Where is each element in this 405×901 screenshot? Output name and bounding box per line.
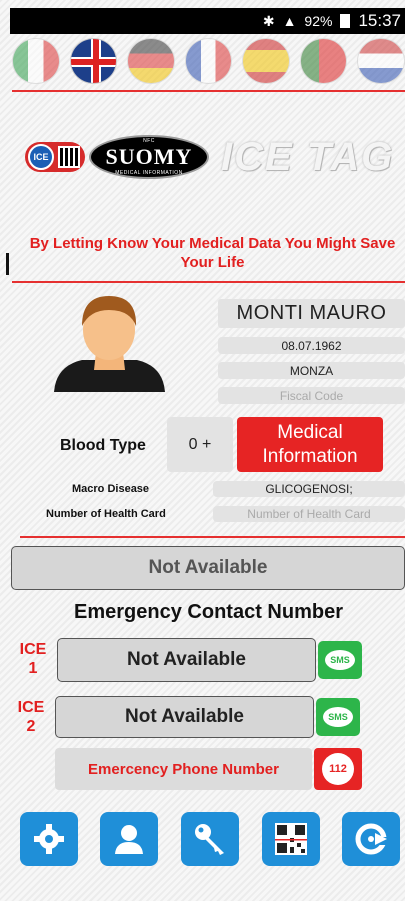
settings-button[interactable] xyxy=(20,812,78,866)
blood-type-label: Blood Type xyxy=(60,437,146,454)
refresh-icon xyxy=(355,823,389,855)
signal-icon: ▲ xyxy=(282,13,297,29)
health-card-label: Number of Health Card xyxy=(46,508,166,520)
macro-disease-label: Macro Disease xyxy=(72,483,150,495)
dutch-flag[interactable] xyxy=(357,38,405,84)
qr-code-icon xyxy=(275,823,307,855)
birth-date: 08.07.1962 xyxy=(218,337,405,354)
spanish-flag[interactable] xyxy=(242,38,290,84)
edge-marker xyxy=(6,253,9,275)
brand-name: SUOMY xyxy=(105,144,193,169)
italian-flag[interactable] xyxy=(12,38,60,84)
ice-badge-text: ICE xyxy=(28,144,54,170)
health-card-field: Number of Health Card xyxy=(213,506,405,522)
qr-mini-icon xyxy=(58,146,80,168)
key-button[interactable] xyxy=(181,812,239,866)
divider xyxy=(20,536,405,538)
ice1-contact-button[interactable]: Not Available xyxy=(57,638,316,682)
profile-icon xyxy=(115,825,143,854)
profile-button[interactable] xyxy=(100,812,158,866)
sms-icon: SMS xyxy=(325,650,355,670)
english-flag[interactable] xyxy=(69,38,118,84)
ice2-sms-button[interactable]: SMS xyxy=(316,698,360,736)
emergency-title: Emergency Contact Number xyxy=(74,601,343,623)
slogan: By Letting Know Your Medical Data You Mi… xyxy=(29,235,396,271)
language-selector xyxy=(12,38,405,86)
status-bar: ✱ ▲ 92% 15:37 xyxy=(10,8,405,34)
ice1-label: ICE 1 xyxy=(19,641,47,677)
battery-percent: 92% xyxy=(304,13,333,29)
macro-disease-value: GLICOGENOSI; xyxy=(213,481,405,497)
bottom-toolbar xyxy=(20,812,405,868)
ice1-sms-button[interactable]: SMS xyxy=(318,641,362,679)
qr-code-button[interactable] xyxy=(262,812,320,866)
bluetooth-icon: ✱ xyxy=(262,12,275,29)
city: MONZA xyxy=(218,362,405,379)
sms-icon: SMS xyxy=(323,707,353,727)
emergency-phone-button[interactable]: Emercency Phone Number xyxy=(55,748,312,790)
suomy-logo: NFC SUOMY MEDICAL INFORMATION xyxy=(89,135,209,179)
ice-logo: ICE xyxy=(25,142,85,172)
divider xyxy=(12,90,405,92)
app-title: ICE TAG xyxy=(221,134,395,179)
german-flag[interactable] xyxy=(127,38,175,84)
french-flag[interactable] xyxy=(184,38,233,84)
fiscal-code-field: Fiscal Code xyxy=(218,387,405,404)
medical-information-button[interactable]: Medical Information xyxy=(237,417,383,472)
clock: 15:37 xyxy=(358,11,401,30)
ice2-label: ICE 2 xyxy=(17,699,45,735)
divider xyxy=(12,281,405,283)
key-icon xyxy=(195,824,224,855)
refresh-button[interactable] xyxy=(342,812,400,866)
logo-header: ICE NFC SUOMY MEDICAL INFORMATION ICE TA… xyxy=(25,132,400,182)
avatar[interactable] xyxy=(52,288,167,392)
ice2-contact-button[interactable]: Not Available xyxy=(55,696,314,738)
phone-112-icon: 112 xyxy=(322,753,354,785)
brand-subtitle: MEDICAL INFORMATION xyxy=(115,170,183,176)
settings-icon xyxy=(34,824,64,854)
portuguese-flag[interactable] xyxy=(299,38,348,84)
patient-name: MONTI MAURO xyxy=(218,299,405,328)
blood-type-value: 0 + xyxy=(167,417,233,472)
battery-icon xyxy=(340,14,351,28)
call-112-button[interactable]: 112 xyxy=(314,748,362,790)
not-available-button[interactable]: Not Available xyxy=(11,546,405,590)
